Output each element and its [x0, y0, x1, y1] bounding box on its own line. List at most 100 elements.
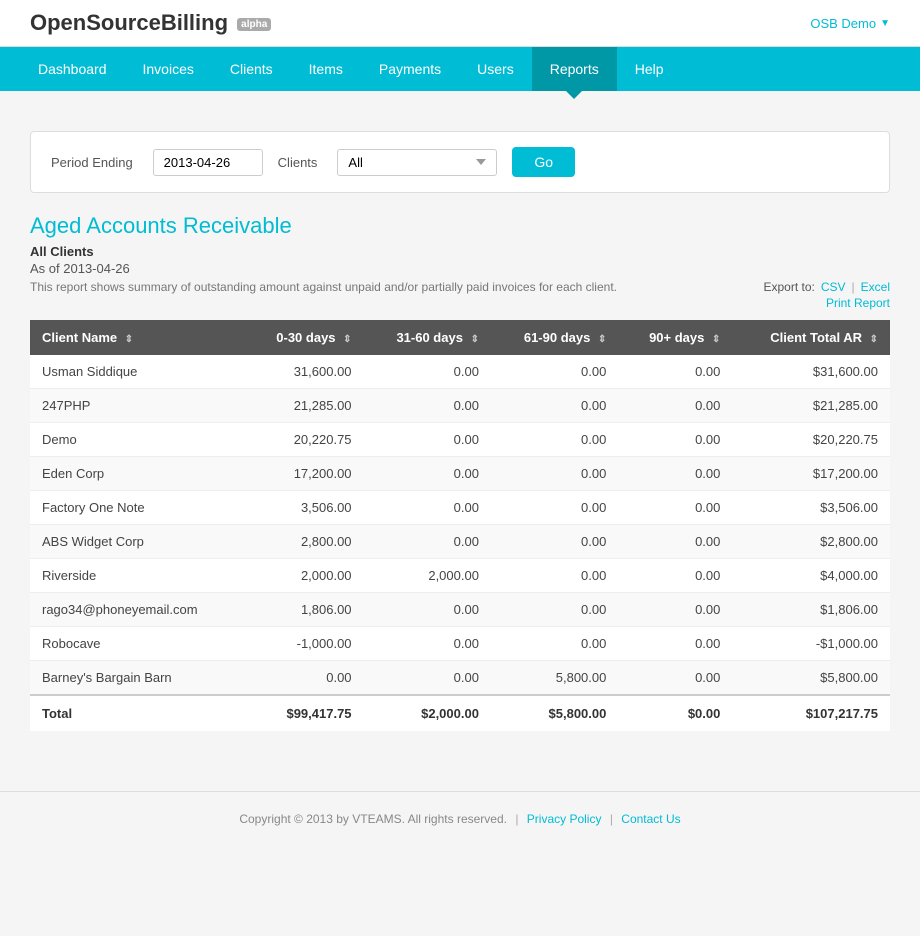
th-61-90[interactable]: 61-90 days ⇕	[491, 320, 618, 355]
cell-total: $20,220.75	[732, 423, 890, 457]
report-description: This report shows summary of outstanding…	[30, 280, 617, 294]
footer-d90plus: $0.00	[618, 695, 732, 731]
nav-reports[interactable]: Reports	[532, 47, 617, 91]
logo-sourcebilling: SourceBilling	[86, 10, 228, 35]
th-0-30[interactable]: 0-30 days ⇕	[245, 320, 364, 355]
cell-d0-30: 20,220.75	[245, 423, 364, 457]
cell-d61-90: 0.00	[491, 355, 618, 389]
cell-d0-30: -1,000.00	[245, 627, 364, 661]
cell-total: $2,800.00	[732, 525, 890, 559]
footer-total: $107,217.75	[732, 695, 890, 731]
logo-open: Open	[30, 10, 86, 35]
table-footer-row: Total $99,417.75 $2,000.00 $5,800.00 $0.…	[30, 695, 890, 731]
footer-label: Total	[30, 695, 245, 731]
cell-d90plus: 0.00	[618, 389, 732, 423]
th-31-60[interactable]: 31-60 days ⇕	[364, 320, 491, 355]
th-90plus[interactable]: 90+ days ⇕	[618, 320, 732, 355]
cell-d31-60: 0.00	[364, 661, 491, 696]
cell-total: $3,506.00	[732, 491, 890, 525]
logo: OpenSourceBilling alpha	[30, 10, 271, 36]
sort-icon-0-30: ⇕	[343, 334, 351, 345]
cell-d90plus: 0.00	[618, 661, 732, 696]
cell-d61-90: 0.00	[491, 423, 618, 457]
cell-d31-60: 0.00	[364, 355, 491, 389]
th-client-name[interactable]: Client Name ⇕	[30, 320, 245, 355]
filter-bar: Period Ending Clients All Specific Go	[30, 131, 890, 193]
cell-d31-60: 0.00	[364, 593, 491, 627]
nav-items[interactable]: Items	[291, 47, 361, 91]
report-date-value: 2013-04-26	[63, 261, 130, 276]
cell-client: ABS Widget Corp	[30, 525, 245, 559]
sort-icon-90plus: ⇕	[712, 334, 720, 345]
th-total-ar[interactable]: Client Total AR ⇕	[732, 320, 890, 355]
cell-total: $1,806.00	[732, 593, 890, 627]
cell-d61-90: 5,800.00	[491, 661, 618, 696]
table-row: 247PHP 21,285.00 0.00 0.00 0.00 $21,285.…	[30, 389, 890, 423]
cell-total: -$1,000.00	[732, 627, 890, 661]
footer-privacy-link[interactable]: Privacy Policy	[527, 812, 602, 826]
cell-client: Eden Corp	[30, 457, 245, 491]
table-row: Factory One Note 3,506.00 0.00 0.00 0.00…	[30, 491, 890, 525]
cell-client: rago34@phoneyemail.com	[30, 593, 245, 627]
cell-total: $4,000.00	[732, 559, 890, 593]
cell-d90plus: 0.00	[618, 355, 732, 389]
export-label: Export to:	[763, 280, 814, 294]
cell-client: Robocave	[30, 627, 245, 661]
cell-d61-90: 0.00	[491, 593, 618, 627]
cell-d31-60: 2,000.00	[364, 559, 491, 593]
table-row: Robocave -1,000.00 0.00 0.00 0.00 -$1,00…	[30, 627, 890, 661]
cell-client: Barney's Bargain Barn	[30, 661, 245, 696]
report-title: Aged Accounts Receivable	[30, 213, 890, 239]
table-row: Riverside 2,000.00 2,000.00 0.00 0.00 $4…	[30, 559, 890, 593]
sort-icon-61-90: ⇕	[598, 334, 606, 345]
report-date-prefix: As of	[30, 261, 60, 276]
clients-select[interactable]: All Specific	[337, 149, 497, 176]
cell-d90plus: 0.00	[618, 525, 732, 559]
nav-users[interactable]: Users	[459, 47, 532, 91]
export-csv-link[interactable]: CSV	[821, 280, 846, 294]
cell-d31-60: 0.00	[364, 525, 491, 559]
go-button[interactable]: Go	[512, 147, 575, 177]
nav-invoices[interactable]: Invoices	[125, 47, 212, 91]
cell-total: $5,800.00	[732, 661, 890, 696]
cell-d0-30: 2,000.00	[245, 559, 364, 593]
cell-d0-30: 2,800.00	[245, 525, 364, 559]
sort-icon-client: ⇕	[125, 334, 133, 345]
clients-label: Clients	[278, 155, 318, 170]
footer-sep1: |	[515, 812, 518, 826]
footer-contact-link[interactable]: Contact Us	[621, 812, 680, 826]
cell-d61-90: 0.00	[491, 389, 618, 423]
cell-d61-90: 0.00	[491, 559, 618, 593]
print-report-link[interactable]: Print Report	[826, 296, 890, 310]
page-footer: Copyright © 2013 by VTEAMS. All rights r…	[0, 791, 920, 846]
nav-clients[interactable]: Clients	[212, 47, 291, 91]
top-header: OpenSourceBilling alpha OSB Demo ▼	[0, 0, 920, 47]
period-ending-label: Period Ending	[51, 155, 133, 170]
cell-client: 247PHP	[30, 389, 245, 423]
logo-alpha: alpha	[237, 18, 271, 31]
export-separator: |	[852, 280, 855, 294]
cell-d31-60: 0.00	[364, 627, 491, 661]
ar-table: Client Name ⇕ 0-30 days ⇕ 31-60 days ⇕ 6…	[30, 320, 890, 731]
table-row: Barney's Bargain Barn 0.00 0.00 5,800.00…	[30, 661, 890, 696]
print-row: Print Report	[690, 296, 890, 310]
cell-d90plus: 0.00	[618, 593, 732, 627]
nav-dashboard[interactable]: Dashboard	[20, 47, 125, 91]
cell-d0-30: 0.00	[245, 661, 364, 696]
cell-d90plus: 0.00	[618, 457, 732, 491]
user-menu[interactable]: OSB Demo ▼	[810, 16, 890, 31]
sort-icon-total: ⇕	[870, 334, 878, 345]
page-content: Period Ending Clients All Specific Go Ag…	[0, 91, 920, 771]
cell-client: Riverside	[30, 559, 245, 593]
footer-d31-60: $2,000.00	[364, 695, 491, 731]
table-row: Eden Corp 17,200.00 0.00 0.00 0.00 $17,2…	[30, 457, 890, 491]
nav-payments[interactable]: Payments	[361, 47, 459, 91]
export-excel-link[interactable]: Excel	[861, 280, 890, 294]
period-ending-input[interactable]	[153, 149, 263, 176]
cell-d31-60: 0.00	[364, 423, 491, 457]
footer-copyright: Copyright © 2013 by VTEAMS. All rights r…	[239, 812, 507, 826]
sort-icon-31-60: ⇕	[471, 334, 479, 345]
cell-d90plus: 0.00	[618, 559, 732, 593]
nav-help[interactable]: Help	[617, 47, 682, 91]
cell-client: Demo	[30, 423, 245, 457]
